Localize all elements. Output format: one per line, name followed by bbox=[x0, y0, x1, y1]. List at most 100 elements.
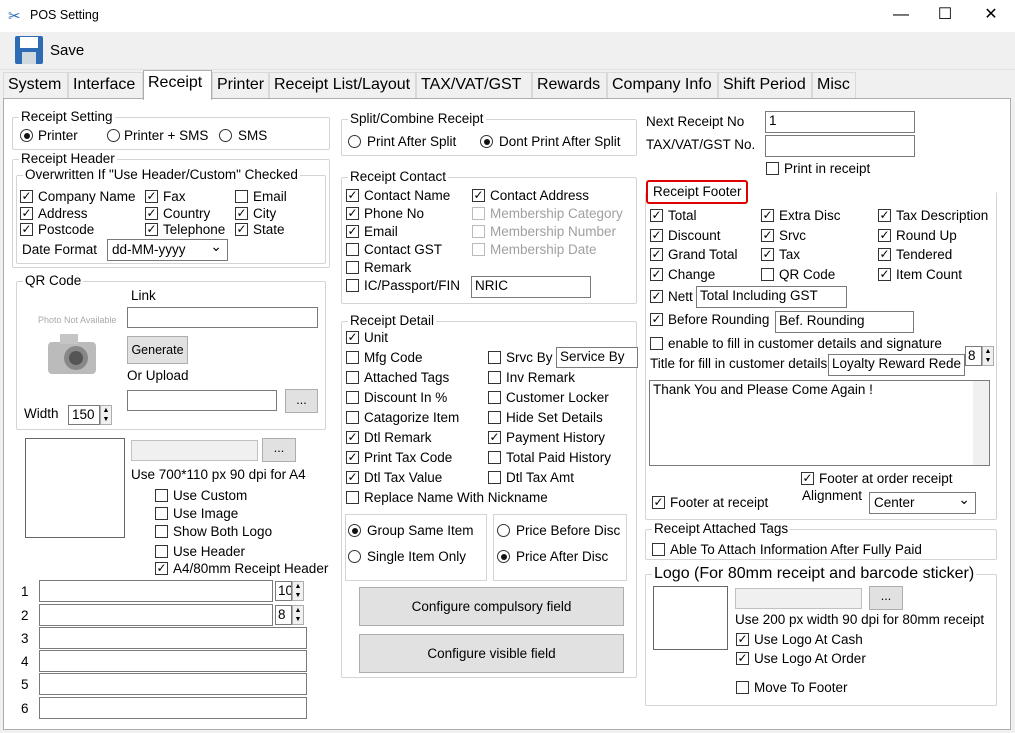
single-item-only-radio[interactable] bbox=[348, 550, 361, 563]
price-before-disc-radio[interactable] bbox=[497, 524, 510, 537]
header-line-size-input[interactable]: 8 bbox=[275, 605, 292, 625]
footer-receipt-checkbox[interactable]: ✓ bbox=[652, 496, 665, 509]
configure-compulsory-button[interactable]: Configure compulsory field bbox=[359, 587, 624, 626]
logo-80mm-use-logo-at-order-checkbox[interactable]: ✓ bbox=[736, 652, 749, 665]
header-line-size-spinner[interactable]: ▲ ▼ bbox=[292, 605, 304, 625]
footer-change-checkbox[interactable]: ✓ bbox=[650, 268, 663, 281]
contact-remark-checkbox[interactable] bbox=[346, 261, 359, 274]
tab-receipt[interactable]: Receipt bbox=[143, 70, 212, 100]
printer-sms-radio[interactable] bbox=[107, 129, 120, 142]
logo-80mm-use-logo-at-cash-checkbox[interactable]: ✓ bbox=[736, 633, 749, 646]
detail-attached-tags-checkbox[interactable] bbox=[346, 371, 359, 384]
header-line-input[interactable] bbox=[39, 580, 273, 602]
srvc-by-input[interactable]: Service By bbox=[556, 347, 638, 368]
tab-printer[interactable]: Printer bbox=[212, 72, 269, 98]
tab-misc[interactable]: Misc bbox=[812, 72, 856, 98]
upload-browse-button[interactable]: ... bbox=[285, 389, 318, 413]
date-format-select[interactable]: dd-MM-yyyy bbox=[107, 238, 228, 261]
tab-interface[interactable]: Interface bbox=[68, 72, 143, 98]
footer-message-textarea[interactable]: Thank You and Please Come Again ! bbox=[649, 380, 990, 466]
logo-path-input[interactable] bbox=[131, 440, 258, 461]
footer-grand-total-checkbox[interactable]: ✓ bbox=[650, 248, 663, 261]
title-fill-input[interactable]: Loyalty Reward Rede bbox=[828, 354, 965, 376]
tab-shift-period[interactable]: Shift Period bbox=[718, 72, 812, 98]
logo-80mm-move-to-footer-checkbox[interactable] bbox=[736, 681, 749, 694]
tax-no-input[interactable] bbox=[765, 135, 915, 157]
header-country-checkbox[interactable]: ✓ bbox=[145, 207, 158, 220]
next-receipt-input[interactable]: 1 bbox=[765, 111, 915, 133]
contact-contact-address-checkbox[interactable]: ✓ bbox=[472, 189, 485, 202]
footer-tendered-checkbox[interactable]: ✓ bbox=[878, 248, 891, 261]
footer-message-scrollbar[interactable] bbox=[973, 381, 989, 465]
detail-discount-in-checkbox[interactable] bbox=[346, 391, 359, 404]
footer-extra-disc-checkbox[interactable]: ✓ bbox=[761, 209, 774, 222]
width-spinner[interactable]: ▲ ▼ bbox=[100, 405, 112, 425]
logo-browse-button[interactable]: ... bbox=[262, 438, 296, 462]
header-city-checkbox[interactable]: ✓ bbox=[235, 207, 248, 220]
logo-a4-80mm-receipt-header-checkbox[interactable]: ✓ bbox=[155, 562, 168, 575]
sms-radio[interactable] bbox=[219, 129, 232, 142]
contact-ic-passport-fin-checkbox[interactable] bbox=[346, 279, 359, 292]
contact-phone-no-checkbox[interactable]: ✓ bbox=[346, 207, 359, 220]
header-postcode-checkbox[interactable]: ✓ bbox=[20, 223, 33, 236]
footer-tax-checkbox[interactable]: ✓ bbox=[761, 248, 774, 261]
width-input[interactable]: 150 bbox=[68, 405, 100, 425]
logo-80mm-path-input[interactable] bbox=[735, 588, 862, 609]
detail-dtl-tax-amt-checkbox[interactable] bbox=[488, 471, 501, 484]
detail-srvc-by-checkbox[interactable] bbox=[488, 351, 501, 364]
dont-print-after-split-radio[interactable] bbox=[480, 135, 493, 148]
header-company-name-checkbox[interactable]: ✓ bbox=[20, 190, 33, 203]
detail-inv-remark-checkbox[interactable] bbox=[488, 371, 501, 384]
nett-checkbox[interactable]: ✓ bbox=[650, 290, 663, 303]
detail-catagorize-item-checkbox[interactable] bbox=[346, 411, 359, 424]
title-fill-size-input[interactable]: 8 bbox=[965, 346, 982, 366]
footer-discount-checkbox[interactable]: ✓ bbox=[650, 229, 663, 242]
printer-radio[interactable] bbox=[20, 129, 33, 142]
tab-company-info[interactable]: Company Info bbox=[607, 72, 718, 98]
detail-print-tax-code-checkbox[interactable]: ✓ bbox=[346, 451, 359, 464]
detail-replace-name-with-nickname-checkbox[interactable] bbox=[346, 491, 359, 504]
nett-input[interactable]: Total Including GST bbox=[696, 286, 847, 308]
contact-contact-gst-checkbox[interactable] bbox=[346, 243, 359, 256]
detail-payment-history-checkbox[interactable]: ✓ bbox=[488, 431, 501, 444]
generate-button[interactable]: Generate bbox=[127, 336, 188, 364]
contact-contact-name-checkbox[interactable]: ✓ bbox=[346, 189, 359, 202]
header-email-checkbox[interactable] bbox=[235, 190, 248, 203]
enable-fill-checkbox[interactable] bbox=[650, 337, 663, 350]
footer-tax-description-checkbox[interactable]: ✓ bbox=[878, 209, 891, 222]
header-line-input[interactable] bbox=[39, 673, 307, 695]
maximize-button[interactable]: ☐ bbox=[922, 0, 968, 32]
print-after-split-radio[interactable] bbox=[348, 135, 361, 148]
link-input[interactable] bbox=[127, 307, 318, 328]
tab-receipt-list-layout[interactable]: Receipt List/Layout bbox=[269, 72, 416, 98]
footer-total-checkbox[interactable]: ✓ bbox=[650, 209, 663, 222]
alignment-select[interactable]: Center bbox=[869, 491, 976, 514]
tab-rewards[interactable]: Rewards bbox=[532, 72, 607, 98]
header-line-input[interactable] bbox=[39, 627, 307, 649]
footer-round-up-checkbox[interactable]: ✓ bbox=[878, 229, 891, 242]
nric-input[interactable]: NRIC bbox=[471, 276, 591, 298]
header-line-size-spinner[interactable]: ▲ ▼ bbox=[292, 581, 304, 601]
print-in-receipt-checkbox[interactable] bbox=[766, 162, 779, 175]
before-rounding-checkbox[interactable]: ✓ bbox=[650, 313, 663, 326]
attach-info-checkbox[interactable] bbox=[652, 543, 665, 556]
detail-dtl-tax-value-checkbox[interactable]: ✓ bbox=[346, 471, 359, 484]
contact-email-checkbox[interactable]: ✓ bbox=[346, 225, 359, 238]
header-line-input[interactable] bbox=[39, 650, 307, 672]
configure-visible-button[interactable]: Configure visible field bbox=[359, 634, 624, 673]
before-rounding-input[interactable]: Bef. Rounding bbox=[775, 311, 914, 333]
logo-show-both-logo-checkbox[interactable] bbox=[155, 525, 168, 538]
header-telephone-checkbox[interactable]: ✓ bbox=[145, 223, 158, 236]
detail-mfg-code-checkbox[interactable] bbox=[346, 351, 359, 364]
detail-customer-locker-checkbox[interactable] bbox=[488, 391, 501, 404]
footer-qr-code-checkbox[interactable] bbox=[761, 268, 774, 281]
price-after-disc-radio[interactable] bbox=[497, 550, 510, 563]
logo-80mm-browse-button[interactable]: ... bbox=[869, 586, 903, 610]
detail-hide-set-details-checkbox[interactable] bbox=[488, 411, 501, 424]
footer-order-checkbox[interactable]: ✓ bbox=[801, 472, 814, 485]
detail-unit-checkbox[interactable]: ✓ bbox=[346, 331, 359, 344]
group-same-item-radio[interactable] bbox=[348, 524, 361, 537]
footer-item-count-checkbox[interactable]: ✓ bbox=[878, 268, 891, 281]
close-button[interactable]: ✕ bbox=[968, 0, 1014, 32]
header-line-input[interactable] bbox=[39, 697, 307, 719]
